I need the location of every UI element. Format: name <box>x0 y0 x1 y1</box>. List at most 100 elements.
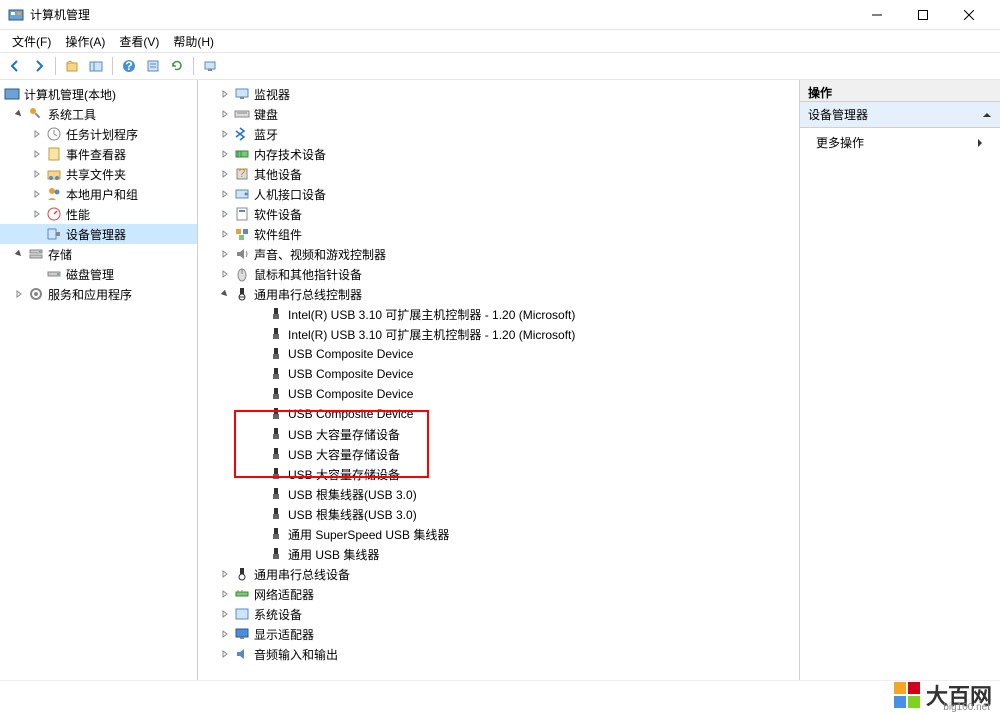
device-node[interactable]: USB 根集线器(USB 3.0) <box>198 504 799 524</box>
device-node[interactable]: 监视器 <box>198 84 799 104</box>
device-node[interactable]: USB Composite Device <box>198 344 799 364</box>
node-shared-folders[interactable]: 共享文件夹 <box>0 164 197 184</box>
device-node[interactable]: USB Composite Device <box>198 364 799 384</box>
device-node[interactable]: USB 根集线器(USB 3.0) <box>198 484 799 504</box>
device-node[interactable]: 通用串行总线控制器 <box>198 284 799 304</box>
node-storage[interactable]: 存储 <box>0 244 197 264</box>
expander-icon[interactable] <box>30 127 44 141</box>
expander-icon[interactable] <box>218 567 232 581</box>
expander-icon[interactable] <box>12 247 26 261</box>
monitor-button[interactable] <box>199 55 221 77</box>
device-node[interactable]: 声音、视频和游戏控制器 <box>198 244 799 264</box>
expander-icon[interactable] <box>30 167 44 181</box>
expander-icon[interactable] <box>30 147 44 161</box>
node-services-apps[interactable]: 服务和应用程序 <box>0 284 197 304</box>
device-node[interactable]: Intel(R) USB 3.10 可扩展主机控制器 - 1.20 (Micro… <box>198 324 799 344</box>
expander-icon[interactable] <box>218 227 232 241</box>
device-node[interactable]: Intel(R) USB 3.10 可扩展主机控制器 - 1.20 (Micro… <box>198 304 799 324</box>
back-button[interactable] <box>4 55 26 77</box>
expander-icon[interactable] <box>218 87 232 101</box>
window-title: 计算机管理 <box>30 6 854 23</box>
expander-icon[interactable] <box>218 147 232 161</box>
clock-icon <box>46 126 62 142</box>
expander-icon[interactable] <box>218 587 232 601</box>
node-system-tools[interactable]: 系统工具 <box>0 104 197 124</box>
actions-section[interactable]: 设备管理器 <box>800 102 1000 128</box>
device-node[interactable]: 通用串行总线设备 <box>198 564 799 584</box>
minimize-button[interactable] <box>854 0 900 30</box>
tools-icon <box>28 106 44 122</box>
device-node[interactable]: 人机接口设备 <box>198 184 799 204</box>
memory-icon <box>234 146 250 162</box>
expander-icon[interactable] <box>218 127 232 141</box>
expander-icon[interactable] <box>218 167 232 181</box>
expander-icon[interactable] <box>12 287 26 301</box>
usb_item-icon <box>268 306 284 322</box>
node-task-scheduler[interactable]: 任务计划程序 <box>0 124 197 144</box>
refresh-button[interactable] <box>166 55 188 77</box>
device-node[interactable]: 蓝牙 <box>198 124 799 144</box>
device-node[interactable]: 鼠标和其他指针设备 <box>198 264 799 284</box>
device-node[interactable]: 音频输入和输出 <box>198 644 799 664</box>
expander-icon[interactable] <box>12 107 26 121</box>
audio-icon <box>234 646 250 662</box>
node-computer-management[interactable]: 计算机管理(本地) <box>0 84 197 104</box>
device-node[interactable]: USB Composite Device <box>198 384 799 404</box>
usb_item-icon <box>268 346 284 362</box>
device-node[interactable]: 系统设备 <box>198 604 799 624</box>
expander-icon[interactable] <box>218 607 232 621</box>
event-icon <box>46 146 62 162</box>
device-node[interactable]: USB Composite Device <box>198 404 799 424</box>
usb_item-icon <box>268 466 284 482</box>
help-button[interactable]: ? <box>118 55 140 77</box>
device-node[interactable]: 通用 SuperSpeed USB 集线器 <box>198 524 799 544</box>
expander-icon[interactable] <box>218 107 232 121</box>
expander-icon[interactable] <box>30 187 44 201</box>
forward-button[interactable] <box>28 55 50 77</box>
expander-icon[interactable] <box>218 627 232 641</box>
device-node[interactable]: 显示适配器 <box>198 624 799 644</box>
expander-icon[interactable] <box>218 647 232 661</box>
menu-file[interactable]: 文件(F) <box>6 31 57 52</box>
expander-icon[interactable] <box>30 207 44 221</box>
menu-action[interactable]: 操作(A) <box>59 31 111 52</box>
device-node[interactable]: 软件组件 <box>198 224 799 244</box>
expander-icon[interactable] <box>218 267 232 281</box>
more-actions[interactable]: 更多操作 <box>800 128 1000 157</box>
node-local-users[interactable]: 本地用户和组 <box>0 184 197 204</box>
disk-icon <box>46 266 62 282</box>
menu-help[interactable]: 帮助(H) <box>167 31 220 52</box>
properties-button[interactable] <box>142 55 164 77</box>
node-device-manager[interactable]: 设备管理器 <box>0 224 197 244</box>
device-node[interactable]: USB 大容量存储设备 <box>198 464 799 484</box>
bottom-border <box>0 680 1000 715</box>
storage-icon <box>28 246 44 262</box>
usb_item-icon <box>268 426 284 442</box>
show-hide-button[interactable] <box>85 55 107 77</box>
device-node[interactable]: ?其他设备 <box>198 164 799 184</box>
node-disk-management[interactable]: 磁盘管理 <box>0 264 197 284</box>
up-button[interactable] <box>61 55 83 77</box>
close-button[interactable] <box>946 0 992 30</box>
expander-icon[interactable] <box>218 207 232 221</box>
device-node[interactable]: USB 大容量存储设备 <box>198 424 799 444</box>
expander-icon[interactable] <box>218 247 232 261</box>
device-node[interactable]: 软件设备 <box>198 204 799 224</box>
device-node[interactable]: 网络适配器 <box>198 584 799 604</box>
device-icon <box>46 226 62 242</box>
expander-icon[interactable] <box>218 187 232 201</box>
folder-share-icon <box>46 166 62 182</box>
device-node[interactable]: 键盘 <box>198 104 799 124</box>
menu-view[interactable]: 查看(V) <box>113 31 165 52</box>
node-performance[interactable]: 性能 <box>0 204 197 224</box>
hid-icon <box>234 186 250 202</box>
expander-icon[interactable] <box>218 287 232 301</box>
svg-text:?: ? <box>239 166 246 180</box>
device-node[interactable]: USB 大容量存储设备 <box>198 444 799 464</box>
node-event-viewer[interactable]: 事件查看器 <box>0 144 197 164</box>
device-node[interactable]: 内存技术设备 <box>198 144 799 164</box>
device-node[interactable]: 通用 USB 集线器 <box>198 544 799 564</box>
collapse-icon <box>982 110 992 120</box>
maximize-button[interactable] <box>900 0 946 30</box>
usb_item-icon <box>268 486 284 502</box>
